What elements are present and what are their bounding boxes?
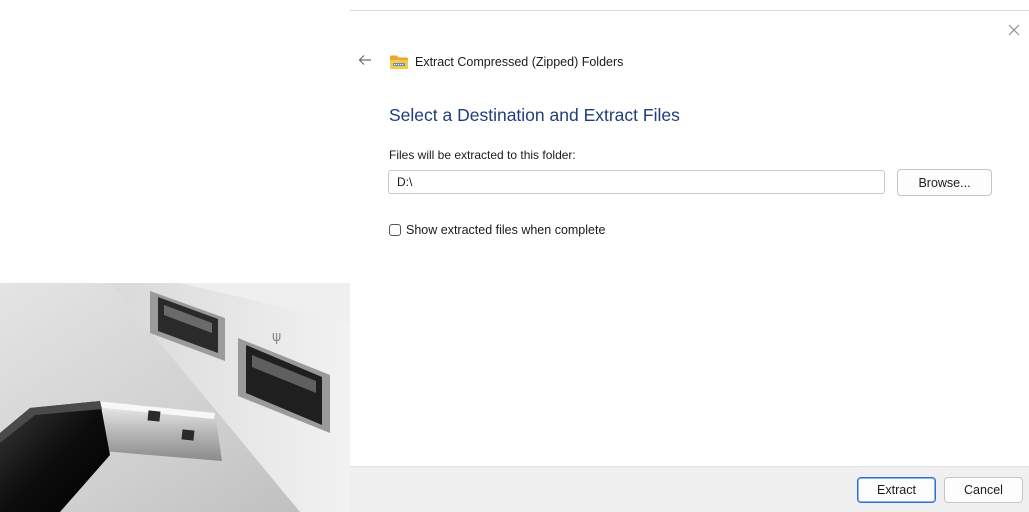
zipped-folder-icon	[389, 54, 409, 70]
window-title: Extract Compressed (Zipped) Folders	[415, 55, 624, 69]
extract-button[interactable]: Extract	[857, 477, 936, 503]
title-bar: Extract Compressed (Zipped) Folders	[356, 52, 623, 72]
svg-text:ψ: ψ	[272, 329, 281, 345]
close-button[interactable]	[1003, 21, 1025, 43]
page-heading: Select a Destination and Extract Files	[389, 105, 680, 125]
extract-dialog: Extract Compressed (Zipped) Folders Sele…	[350, 10, 1029, 512]
close-icon	[1008, 23, 1020, 41]
show-files-option[interactable]: Show extracted files when complete	[389, 223, 605, 237]
dialog-footer: Extract Cancel	[350, 466, 1029, 512]
destination-path-input[interactable]	[388, 170, 885, 194]
back-arrow-icon	[358, 53, 372, 71]
cancel-button[interactable]: Cancel	[944, 477, 1023, 503]
browse-button[interactable]: Browse...	[897, 169, 992, 196]
usb-drive-photo: ψ	[0, 283, 350, 512]
show-files-label: Show extracted files when complete	[406, 223, 606, 237]
show-files-checkbox[interactable]	[389, 224, 401, 236]
destination-label: Files will be extracted to this folder:	[389, 148, 576, 162]
back-button[interactable]	[356, 53, 374, 71]
screen: ψ Extract Compressed (Zipped) Folders Se…	[0, 0, 1029, 512]
